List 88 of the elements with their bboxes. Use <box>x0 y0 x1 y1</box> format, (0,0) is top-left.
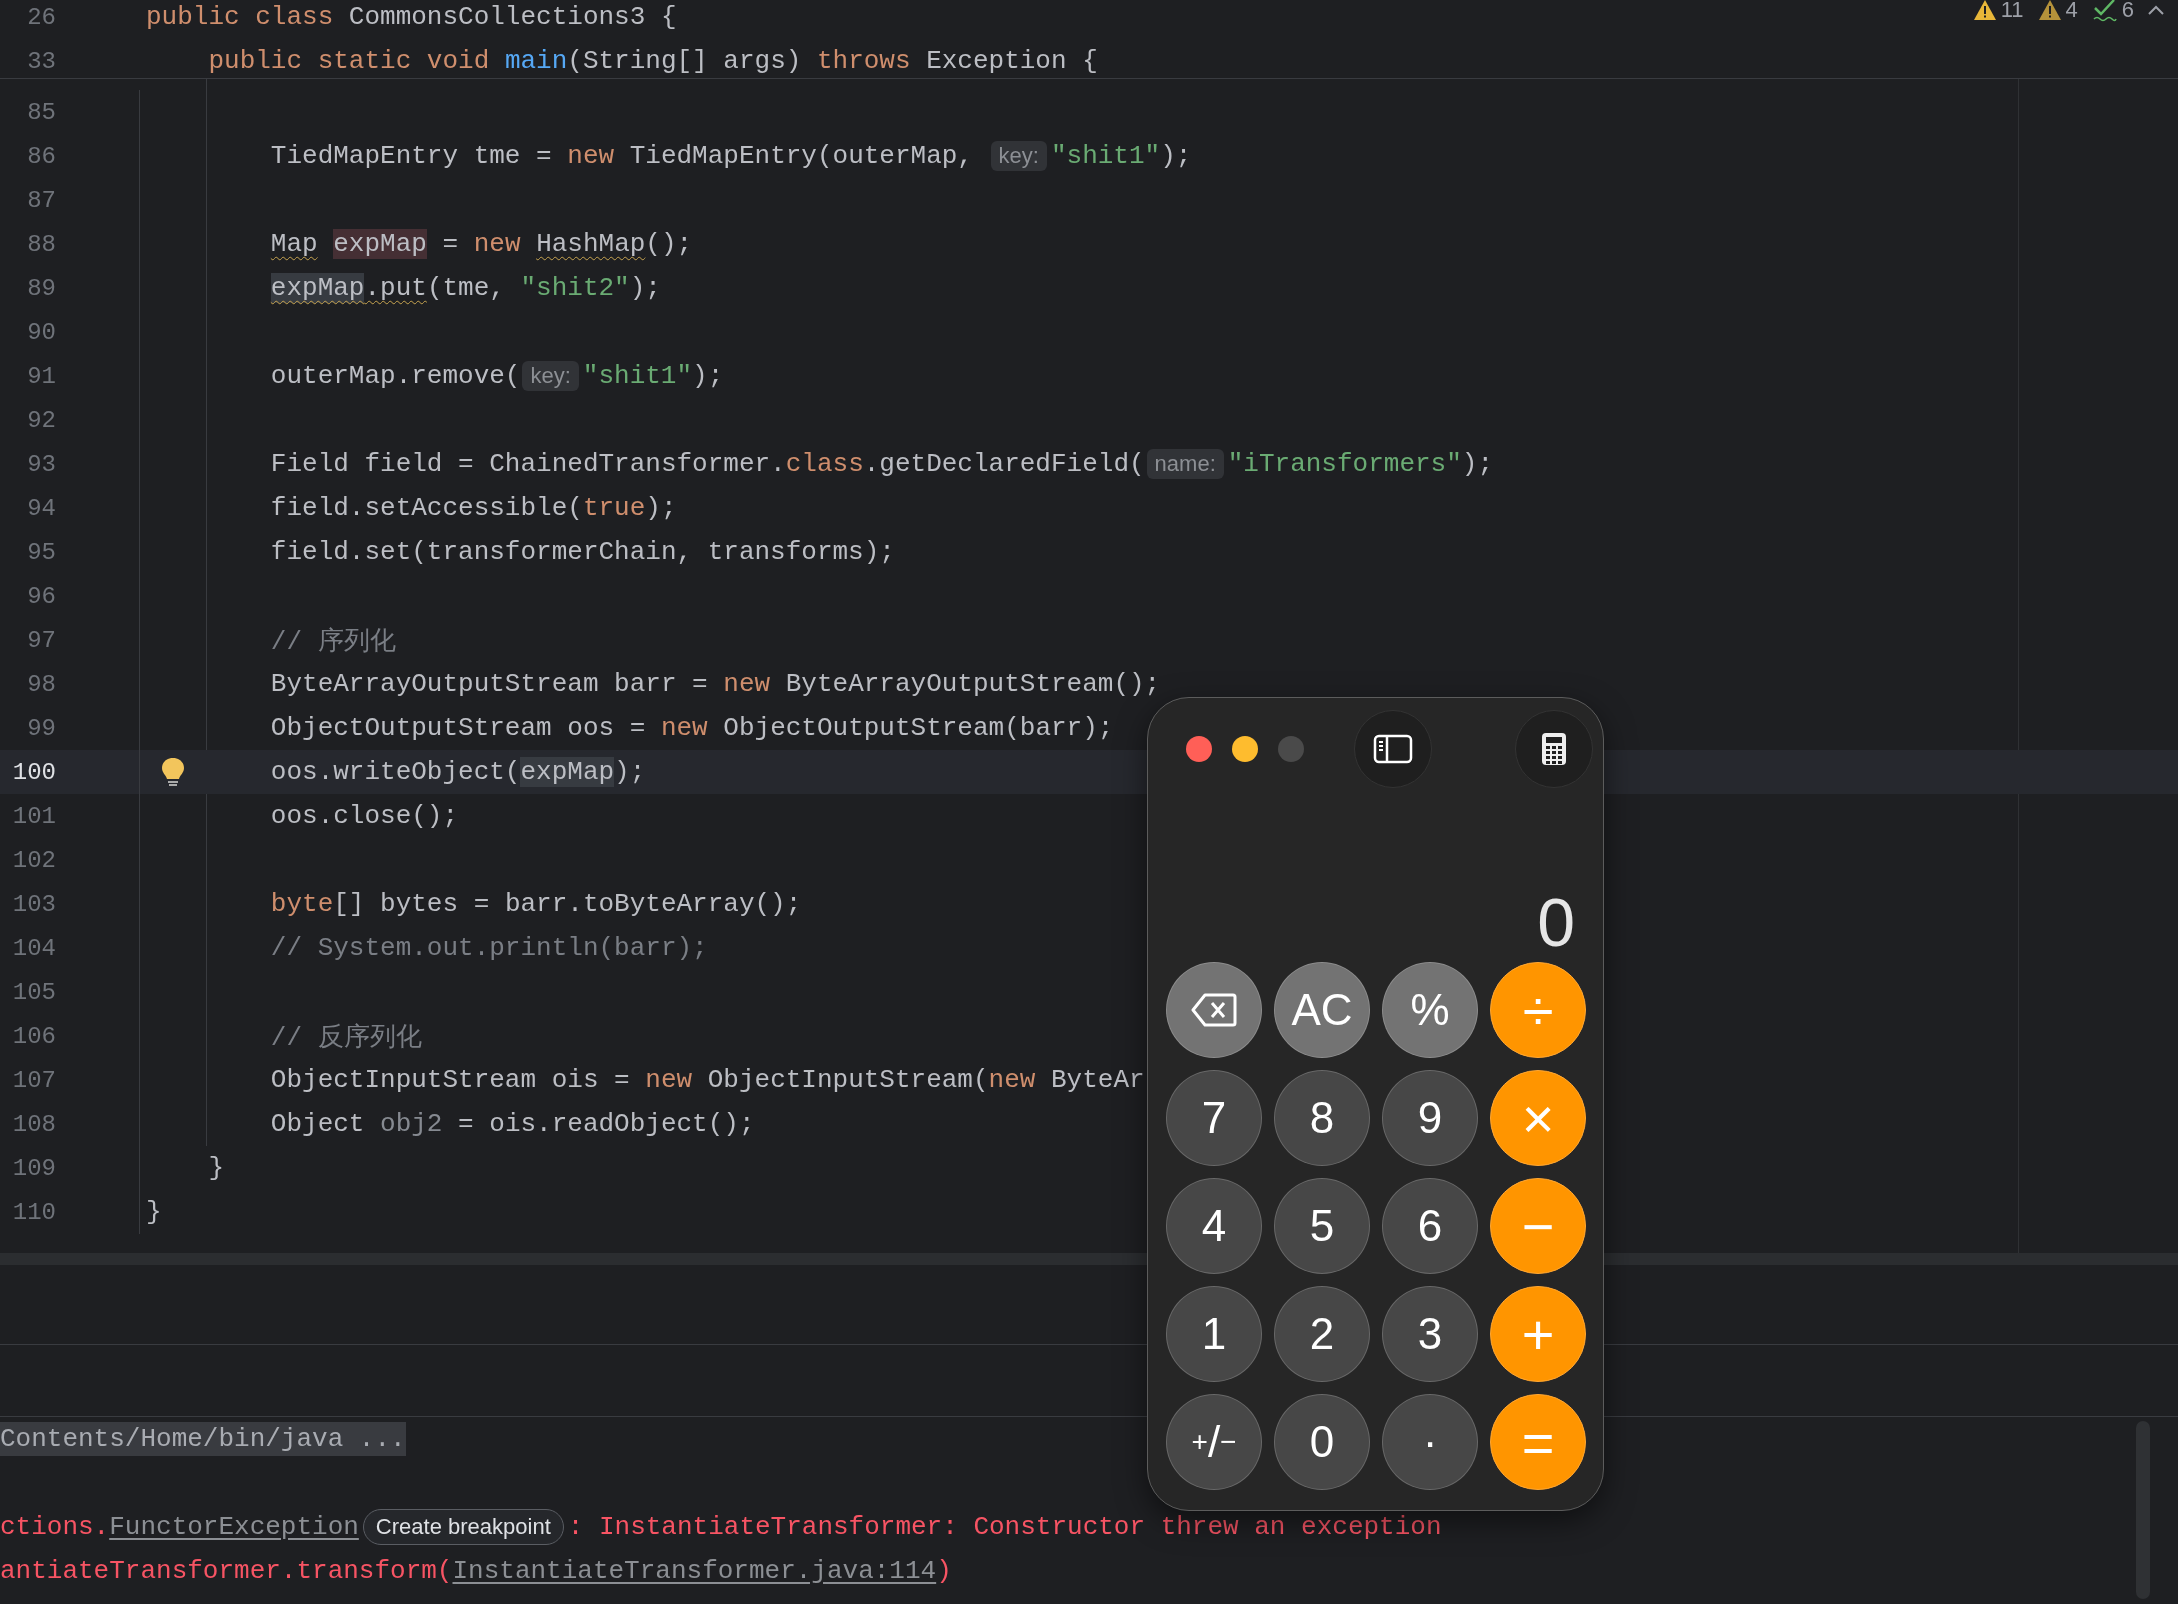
code-text: // 反序列化 <box>269 1021 422 1054</box>
line-number: 87 <box>26 186 56 214</box>
calculator-key[interactable]: 3 <box>1382 1286 1478 1382</box>
calculator-icon <box>1541 732 1567 766</box>
calculator-display: 0 <box>1537 888 1575 956</box>
line-number: 94 <box>26 494 56 522</box>
create-breakpoint-button[interactable]: Create breakpoint <box>362 1509 564 1545</box>
code-text: field.set(transformerChain, transforms); <box>269 537 895 567</box>
code-text: // 序列化 <box>269 625 396 658</box>
console-text: Contents/Home/bin/java ... <box>0 1422 406 1456</box>
calculator-key[interactable]: 9 <box>1382 1070 1478 1166</box>
caret-icon[interactable] <box>2148 5 2164 15</box>
calculator-key[interactable]: 4 <box>1166 1178 1262 1274</box>
code-text: byte[] bytes = barr.toByteArray(); <box>269 889 802 919</box>
code-text: Object obj2 = ois.readObject(); <box>269 1109 755 1139</box>
lightbulb-icon[interactable] <box>161 757 185 787</box>
code-text: Map expMap = new HashMap(); <box>269 229 693 259</box>
problem-count[interactable]: 11 <box>2000 0 2024 23</box>
calculator-key[interactable]: 2 <box>1274 1286 1370 1382</box>
line-number: 85 <box>26 98 56 126</box>
line-number: 109 <box>11 1154 56 1182</box>
line-number: 33 <box>26 47 56 75</box>
link[interactable]: InstantiateTransformer.java:114 <box>452 1556 937 1586</box>
calculator-key[interactable]: . <box>1382 1394 1478 1490</box>
check-icon <box>2091 0 2118 22</box>
problem-count[interactable]: 4 <box>2065 0 2078 23</box>
line-number: 101 <box>11 802 56 830</box>
backspace-icon <box>1191 993 1237 1027</box>
error-text: : InstantiateTransformer: Constructor threw an exception <box>567 1512 1442 1542</box>
line-number: 97 <box>26 626 56 654</box>
code-text: "shit1"); <box>582 361 724 391</box>
calculator-key[interactable]: 8 <box>1274 1070 1370 1166</box>
line-number: 108 <box>11 1110 56 1138</box>
code-text: Field field = ChainedTransformer.class.getDeclaredField( <box>269 449 1145 479</box>
inlay-hint: key: <box>990 141 1047 171</box>
inlay-hint: name: <box>1146 449 1224 479</box>
line-number: 110 <box>11 1198 56 1226</box>
sidebar-icon <box>1373 734 1413 764</box>
code-text: public static void main(String[] args) throws Exception { <box>207 46 1098 76</box>
calculator-key[interactable]: 1 <box>1166 1286 1262 1382</box>
code-text: // System.out.println(barr); <box>269 933 708 963</box>
line-number: 100 <box>11 758 56 786</box>
code-text: ByteArrayOutputStream barr = new ByteArrayOutputStream(); <box>269 669 1161 699</box>
code-text: public class CommonsCollections3 { <box>146 2 677 32</box>
calculator-key[interactable]: AC <box>1274 962 1370 1058</box>
error-text: antiateTransformer.transform( <box>0 1556 453 1586</box>
line-number: 89 <box>26 274 56 302</box>
line-number: 91 <box>26 362 56 390</box>
calculator-key[interactable]: 0 <box>1274 1394 1370 1490</box>
code-text: "shit1"); <box>1050 141 1192 171</box>
window-control-button[interactable] <box>1186 736 1212 762</box>
code-text: } <box>207 1153 225 1183</box>
code-text: "iTransformers"); <box>1227 449 1493 479</box>
line-number: 90 <box>26 318 56 346</box>
line-number: 93 <box>26 450 56 478</box>
calculator-key[interactable]: 6 <box>1382 1178 1478 1274</box>
calculator-key[interactable]: 5 <box>1274 1178 1370 1274</box>
line-number: 86 <box>26 142 56 170</box>
code-text: outerMap.remove( <box>269 361 521 391</box>
problem-count[interactable]: 6 <box>2121 0 2134 23</box>
line-number: 106 <box>11 1022 56 1050</box>
line-number: 104 <box>11 934 56 962</box>
calculator-key[interactable]: 7 <box>1166 1070 1262 1166</box>
line-number: 99 <box>26 714 56 742</box>
line-number: 88 <box>26 230 56 258</box>
line-number: 26 <box>26 3 56 31</box>
window-control-button[interactable] <box>1232 736 1258 762</box>
code-text: TiedMapEntry tme = new TiedMapEntry(outerMap, <box>269 141 974 171</box>
line-number: 102 <box>11 846 56 874</box>
line-number: 103 <box>11 890 56 918</box>
code-text: } <box>146 1197 162 1227</box>
code-text: ObjectOutputStream oos = new ObjectOutputStream(barr); <box>269 713 1114 743</box>
calculator-key[interactable]: % <box>1382 962 1478 1058</box>
inlay-hint: key: <box>522 361 579 391</box>
code-text: oos.writeObject(expMap); <box>269 757 646 787</box>
error-text: ) <box>936 1556 952 1586</box>
line-number: 95 <box>26 538 56 566</box>
line-number: 105 <box>11 978 56 1006</box>
line-number: 92 <box>26 406 56 434</box>
link[interactable]: FunctorException <box>109 1512 359 1542</box>
code-text: oos.close(); <box>269 801 459 831</box>
line-number: 98 <box>26 670 56 698</box>
code-text: ObjectInputStream ois = new ObjectInputStream(new ByteAr <box>269 1065 1145 1095</box>
code-text: expMap.put(tme, "shit2"); <box>269 273 661 303</box>
code-text: field.setAccessible(true); <box>269 493 677 523</box>
error-text: ctions. <box>0 1512 110 1542</box>
line-number: 107 <box>11 1066 56 1094</box>
line-number: 96 <box>26 582 56 610</box>
